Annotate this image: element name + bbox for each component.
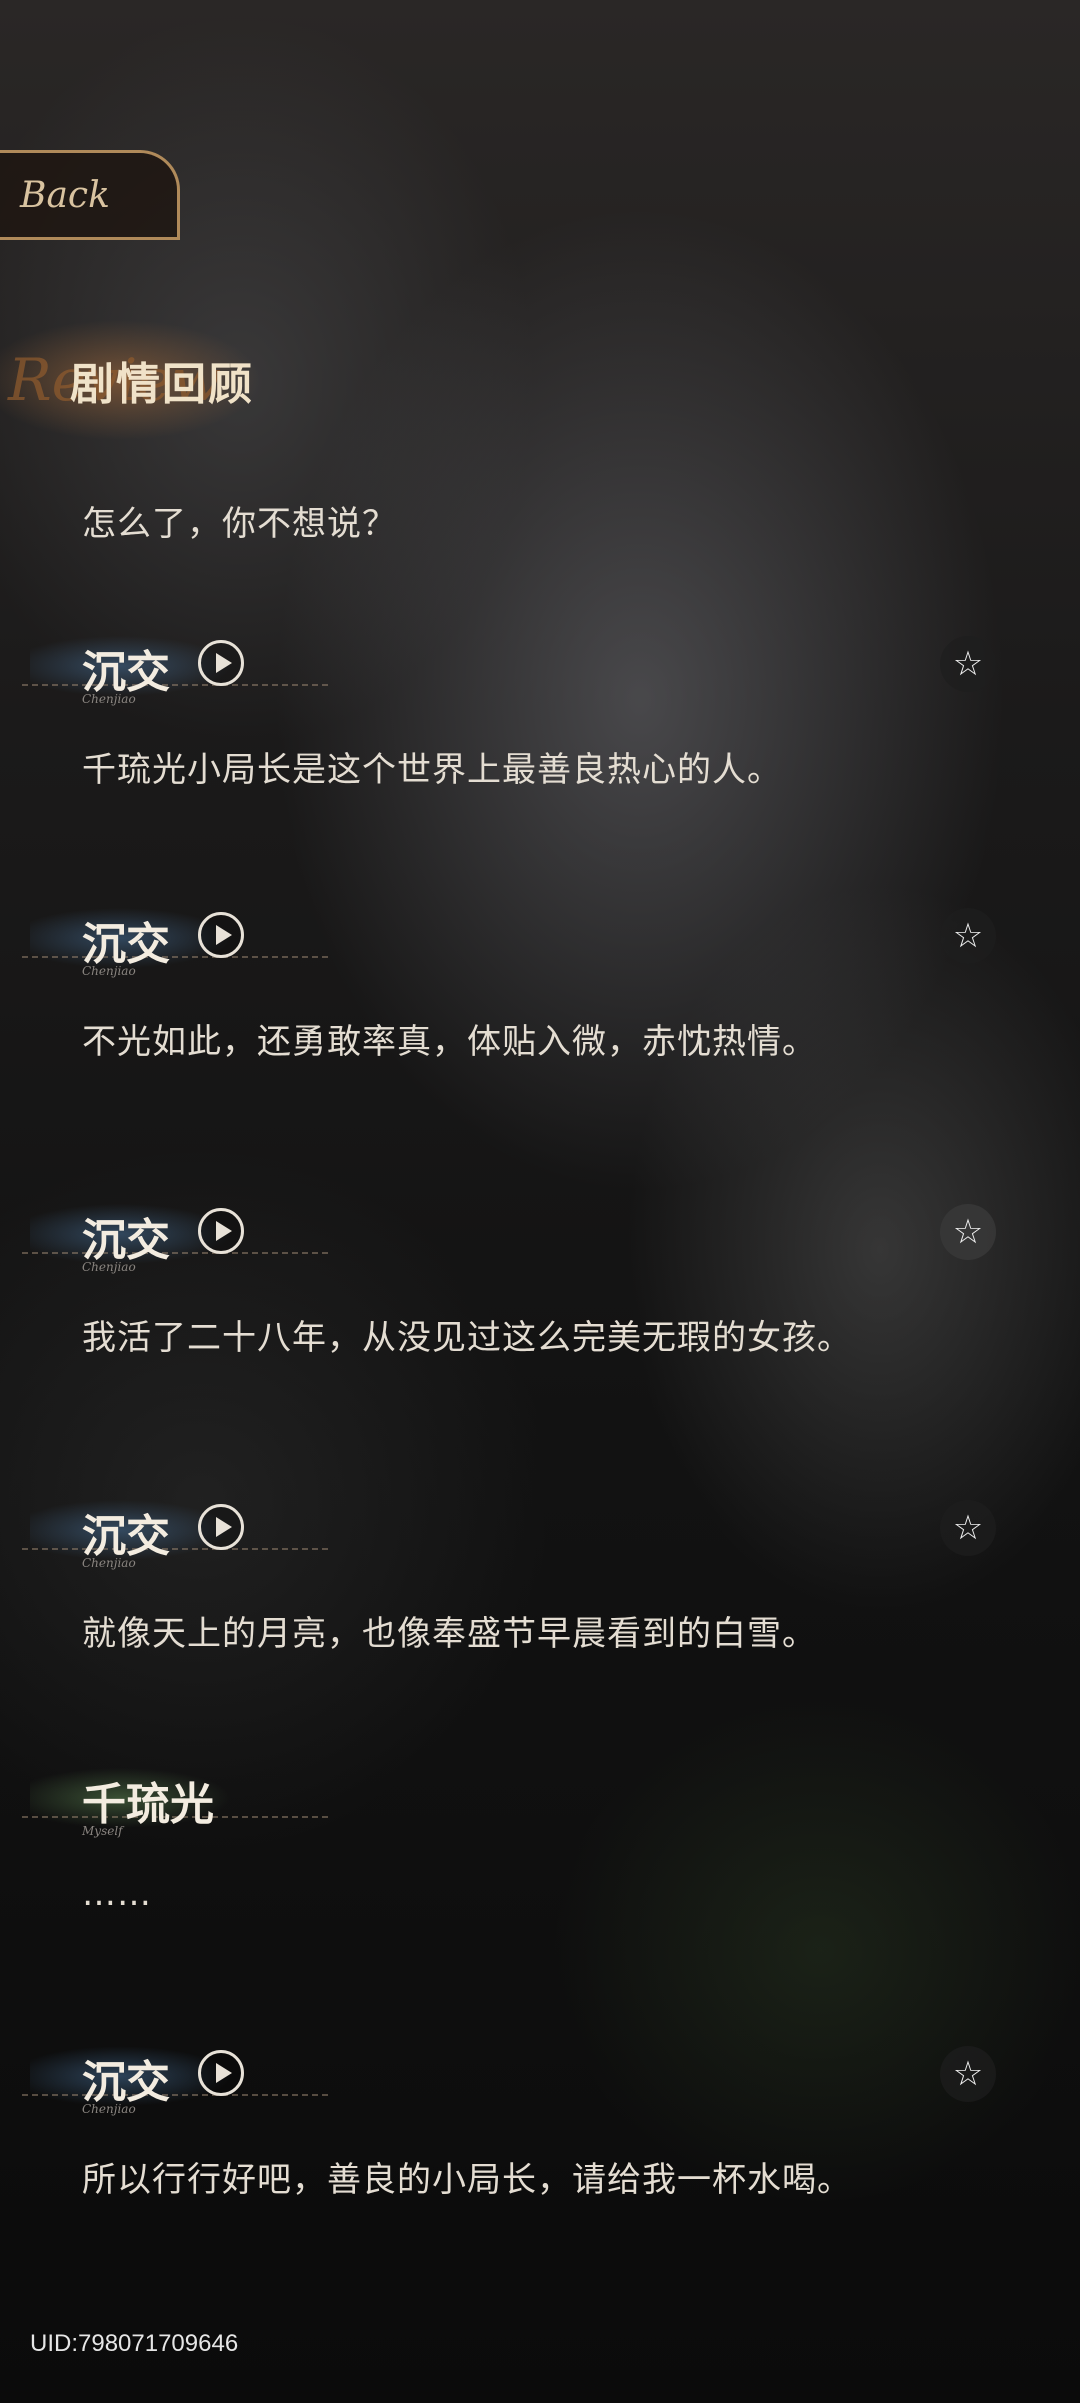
- intro-line: 怎么了，你不想说？: [82, 504, 397, 544]
- review-title: Review 剧情回顾: [0, 320, 280, 440]
- speaker-name: 沉交: [82, 1215, 170, 1266]
- play-voice-icon[interactable]: [198, 1504, 244, 1550]
- speaker-name: 千琉光: [82, 1779, 214, 1830]
- divider: [22, 684, 328, 686]
- speaker-row: 沉交 Chenjiao ☆: [0, 620, 1080, 710]
- star-icon[interactable]: ☆: [940, 636, 996, 692]
- play-voice-icon[interactable]: [198, 2050, 244, 2096]
- speaker-sub: Chenjiao: [82, 2102, 136, 2116]
- play-voice-icon[interactable]: [198, 640, 244, 686]
- speaker-row: 沉交 Chenjiao ☆: [0, 2030, 1080, 2120]
- speaker-name: 沉交: [82, 647, 170, 698]
- dialogue-text: 千琉光小局长是这个世界上最善良热心的人。: [82, 750, 782, 790]
- speaker-sub: Chenjiao: [82, 1260, 136, 1274]
- speaker-sub: Chenjiao: [82, 964, 136, 978]
- dialogue-text: 所以行行好吧，善良的小局长，请给我一杯水喝。: [82, 2160, 852, 2200]
- star-icon[interactable]: ☆: [940, 1204, 996, 1260]
- speaker-sub: Chenjiao: [82, 692, 136, 706]
- back-button[interactable]: Back: [0, 150, 180, 240]
- dialogue-text: ……: [82, 1874, 152, 1914]
- dialogue-text: 就像天上的月亮，也像奉盛节早晨看到的白雪。: [82, 1614, 817, 1654]
- speaker-row: 千琉光 Myself: [0, 1752, 1080, 1842]
- speaker-sub: Chenjiao: [82, 1556, 136, 1570]
- speaker-name: 沉交: [82, 919, 170, 970]
- divider: [22, 1252, 328, 1254]
- page-title: 剧情回顾: [70, 359, 254, 410]
- play-voice-icon[interactable]: [198, 912, 244, 958]
- back-label: Back: [20, 174, 110, 216]
- star-icon[interactable]: ☆: [940, 2046, 996, 2102]
- dialogue-text: 不光如此，还勇敢率真，体贴入微，赤忱热情。: [82, 1022, 817, 1062]
- dialogue-text: 我活了二十八年，从没见过这么完美无瑕的女孩。: [82, 1318, 852, 1358]
- speaker-name: 沉交: [82, 2057, 170, 2108]
- speaker-row: 沉交 Chenjiao ☆: [0, 1484, 1080, 1574]
- divider: [22, 1548, 328, 1550]
- divider: [22, 956, 328, 958]
- speaker-row: 沉交 Chenjiao ☆: [0, 1188, 1080, 1278]
- star-icon[interactable]: ☆: [940, 1500, 996, 1556]
- speaker-sub: Myself: [82, 1824, 123, 1838]
- speaker-row: 沉交 Chenjiao ☆: [0, 892, 1080, 982]
- uid-label: UID:798071709646: [30, 2330, 239, 2357]
- star-icon[interactable]: ☆: [940, 908, 996, 964]
- speaker-name: 沉交: [82, 1511, 170, 1562]
- divider: [22, 2094, 328, 2096]
- play-voice-icon[interactable]: [198, 1208, 244, 1254]
